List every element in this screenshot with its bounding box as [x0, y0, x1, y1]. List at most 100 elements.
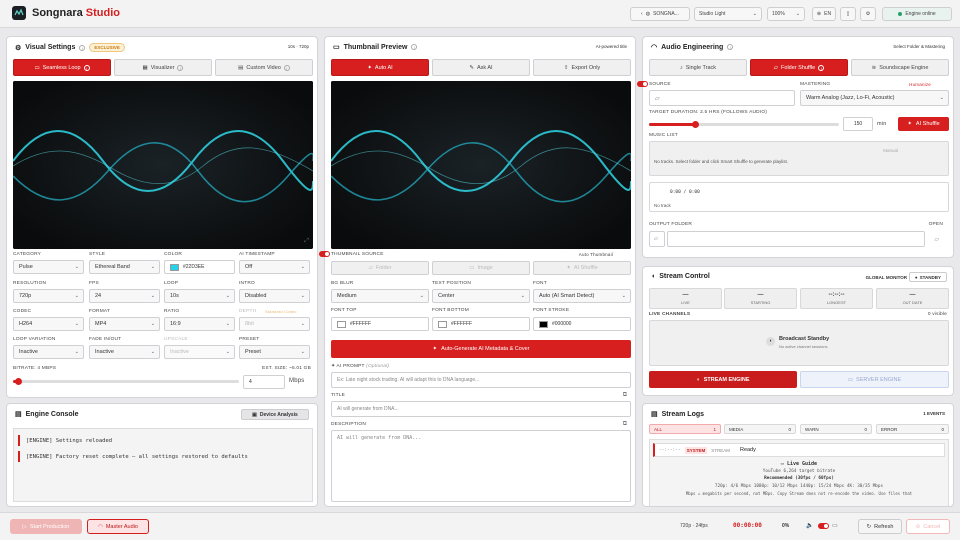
duration-input[interactable]: 150 — [843, 117, 873, 131]
auto-thumbnail-toggle[interactable] — [319, 251, 330, 257]
tab-auto-ai[interactable]: ✦ Auto AI — [331, 59, 429, 76]
info-icon: i — [283, 64, 290, 71]
cancel-button[interactable]: ⊘ Cancel — [906, 519, 950, 534]
audio-toggle[interactable] — [818, 523, 829, 529]
color-swatch[interactable] — [539, 320, 548, 328]
ai-note: AI-powered title — [595, 44, 627, 49]
layout-icon[interactable]: ▭ — [832, 522, 838, 529]
copy-icon[interactable]: ⧉ — [623, 421, 627, 428]
fade-in-out-select[interactable]: Inactive ⌄ — [89, 345, 160, 359]
chevron-down-icon: ⌄ — [300, 264, 305, 270]
codec-select[interactable]: H264 ⌄ — [13, 317, 84, 331]
zoom-select[interactable]: 100% ⌄ — [767, 7, 805, 21]
color-input[interactable]: #22D3EE — [164, 260, 235, 274]
source-input[interactable]: ▱ — [649, 90, 795, 106]
tab-seamless-loop[interactable]: ▭ Seamless Loop i — [13, 59, 111, 76]
font-top-input[interactable]: #FFFFFF — [331, 317, 429, 331]
tab-ask-ai[interactable]: ✎ Ask AI — [432, 59, 530, 76]
bitrate-input[interactable]: 4 — [243, 375, 285, 389]
font-stroke-input[interactable]: #000000 — [533, 317, 631, 331]
mastering-select[interactable]: Warm Analog (Jazz, Lo-Fi, Acoustic) ⌄ — [800, 90, 949, 106]
source-ai-shuffle-button[interactable]: ✦ AI Shuffle — [533, 261, 631, 275]
filter-all[interactable]: ALL 1 — [649, 424, 721, 434]
copy-icon[interactable]: ⧉ — [623, 392, 627, 399]
font-bottom-input[interactable]: #FFFFFF — [432, 317, 530, 331]
master-audio-button[interactable]: ◠ Master Audio — [87, 519, 149, 534]
settings-icon[interactable]: ⚙ — [860, 7, 876, 21]
info-icon: i — [818, 64, 825, 71]
server-engine-button[interactable]: ▭ SERVER ENGINE — [800, 371, 949, 388]
info-icon[interactable]: i — [79, 44, 86, 51]
volume-icon[interactable]: 🔈 — [806, 522, 813, 529]
preset-select[interactable]: Preset ⌄ — [239, 345, 310, 359]
tab-folder-shuffle[interactable]: ▱ Folder Shuffle i — [750, 59, 848, 76]
intro-select[interactable]: Disabled ⌄ — [239, 289, 310, 303]
ratio-select[interactable]: 16:9 ⌄ — [164, 317, 235, 331]
tab-custom-video[interactable]: ▤ Custom Video i — [215, 59, 313, 76]
stat-live: — LIVE — [649, 288, 722, 309]
description-input[interactable]: AI will generate from DNA... — [331, 430, 631, 502]
top-bar: Songnara Studio ‹ ◍ SONGNA... Studio Light… — [0, 0, 960, 28]
style-select[interactable]: Ethereal Band ⌄ — [89, 260, 160, 274]
manual-mode[interactable]: Manual — [883, 148, 898, 153]
loop-variation-label: LOOP VARIATION — [13, 337, 56, 342]
resolution-select[interactable]: 720p ⌄ — [13, 289, 84, 303]
info-icon[interactable]: i — [727, 44, 734, 50]
stream-engine-button[interactable]: ◖ STREAM ENGINE — [649, 371, 797, 388]
color-swatch[interactable] — [438, 320, 447, 328]
engine-status-badge: Engine online — [882, 7, 952, 21]
folder-icon[interactable]: ▱ — [655, 95, 660, 102]
user-button[interactable]: ‹ ◍ SONGNA... — [630, 7, 690, 21]
chevron-down-icon: ⌄ — [300, 349, 305, 355]
fullscreen-icon[interactable]: ⤢ — [304, 238, 309, 245]
bitrate-slider[interactable] — [13, 378, 239, 385]
ai-shuffle-button[interactable]: ✦ AI Shuffle — [898, 117, 949, 131]
output-folder-input[interactable] — [667, 231, 925, 247]
title-input[interactable]: AI will generate from DNA... — [331, 401, 631, 417]
color-swatch[interactable] — [170, 263, 179, 271]
fps-label: FPS — [89, 281, 99, 286]
fps-select[interactable]: 24 ⌄ — [89, 289, 160, 303]
open-folder-icon[interactable]: ▱ — [934, 236, 939, 243]
device-analysis-button[interactable]: ▣ Device Analysis — [241, 409, 309, 420]
duration-slider[interactable] — [649, 121, 839, 128]
language-button[interactable]: ⊕ EN — [812, 7, 836, 21]
intro-label: INTRO — [239, 281, 255, 286]
output-folder-button[interactable]: ▱ — [649, 231, 665, 247]
ai-timestamp-select[interactable]: Off ⌄ — [239, 260, 310, 274]
play-icon: ▷ — [22, 523, 27, 530]
depth-label: DEPTH — [239, 309, 257, 314]
bg-blur-select[interactable]: Medium ⌄ — [331, 289, 429, 303]
info-icon[interactable]: i — [411, 44, 418, 50]
filter-media[interactable]: MEDIA 0 — [724, 424, 796, 434]
chevron-down-icon: ⌄ — [225, 321, 230, 327]
color-swatch[interactable] — [337, 320, 346, 328]
book-icon[interactable]: ▯ — [840, 7, 856, 21]
source-image-button[interactable]: ▭ Image — [432, 261, 530, 275]
source-folder-button[interactable]: ▱ Folder — [331, 261, 429, 275]
filter-error[interactable]: ERROR 0 — [876, 424, 949, 434]
refresh-button[interactable]: ↻ Refresh — [858, 519, 902, 534]
format-select[interactable]: MP4 ⌄ — [89, 317, 160, 331]
stream-control-panel: ◖ Stream Control GLOBAL MONITOR ● STANDBY … — [642, 266, 954, 396]
ai-prompt-input[interactable]: Ex: Late night stock trading. AI will ad… — [331, 372, 631, 388]
tab-soundscape-engine[interactable]: ≋ Soundscape Engine — [851, 59, 949, 76]
image-icon: ▭ — [333, 44, 340, 51]
chevron-down-icon: ⌄ — [74, 264, 79, 270]
tab-single-track[interactable]: ♪ Single Track — [649, 59, 747, 76]
bitrate-unit: Mbps — [289, 378, 305, 384]
font-select[interactable]: Auto (AI Smart Detect) ⌄ — [533, 289, 631, 303]
category-select[interactable]: Pulse ⌄ — [13, 260, 84, 274]
humanize-toggle[interactable] — [637, 81, 648, 87]
upload-icon: ⇪ — [563, 64, 569, 71]
auto-generate-button[interactable]: ✦ Auto-Generate AI Metadata & Cover — [331, 340, 631, 358]
text-position-select[interactable]: Center ⌄ — [432, 289, 530, 303]
open-label[interactable]: OPEN — [929, 222, 943, 227]
loop-select[interactable]: 10s ⌄ — [164, 289, 235, 303]
tab-export-only[interactable]: ⇪ Export Only — [533, 59, 631, 76]
theme-select[interactable]: Studio Light ⌄ — [694, 7, 762, 21]
loop-variation-select[interactable]: Inactive ⌄ — [13, 345, 84, 359]
start-production-button[interactable]: ▷ Start Production — [10, 519, 82, 534]
tab-visualizer[interactable]: ▦ Visualizer i — [114, 59, 212, 76]
filter-warn[interactable]: WARN 0 — [800, 424, 872, 434]
